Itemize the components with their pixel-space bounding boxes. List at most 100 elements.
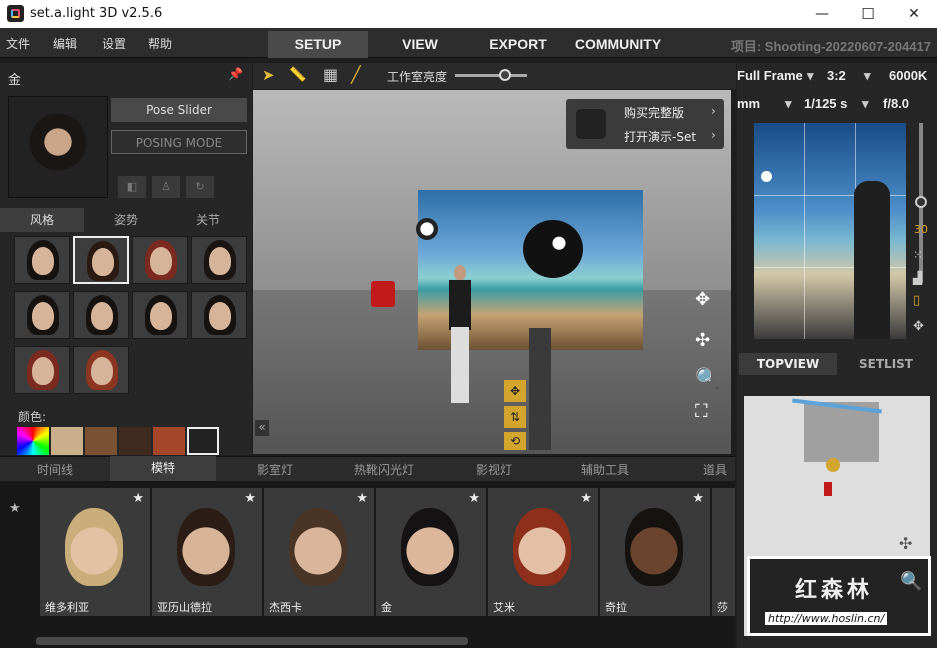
fit-view-icon[interactable]: ⛶ [695, 401, 708, 422]
tab-view[interactable]: VIEW [380, 31, 460, 58]
ruler-icon[interactable]: 📏 [289, 67, 306, 83]
hairstyle-item[interactable] [14, 346, 70, 394]
tab-topview[interactable]: TOPVIEW [739, 353, 837, 375]
tab-models[interactable]: 模特 [110, 456, 216, 482]
pose-icon[interactable]: ♙ [152, 176, 180, 198]
favorite-star-icon[interactable]: ★ [692, 491, 704, 506]
maximize-button[interactable]: ☐ [845, 0, 891, 28]
histogram-icon[interactable]: ▟ [913, 271, 922, 285]
brightness-slider-track[interactable] [455, 74, 527, 77]
tab-studio-lights[interactable]: 影室灯 [257, 461, 293, 478]
menu-help[interactable]: 帮助 [148, 35, 172, 52]
model-card[interactable]: 奇拉 ★ [600, 488, 710, 616]
color-swatch[interactable] [51, 427, 83, 455]
tab-community[interactable]: COMMUNITY [566, 31, 670, 58]
hairstyle-item-selected[interactable] [73, 236, 129, 284]
favorite-star-icon[interactable]: ★ [244, 491, 256, 506]
hairstyle-item[interactable] [73, 291, 129, 339]
posing-mode-button[interactable]: POSING MODE [111, 130, 247, 154]
tab-export[interactable]: EXPORT [478, 31, 558, 58]
model-card[interactable]: 维多利亚 ★ [40, 488, 150, 616]
sensor-format[interactable]: Full Frame [737, 68, 803, 83]
model-card[interactable]: 艾米 ★ [488, 488, 598, 616]
hairstyle-item[interactable] [132, 236, 188, 284]
dropdown-icon[interactable]: ▾ [785, 96, 792, 112]
move-gizmo-icon[interactable]: ✥ [504, 380, 526, 402]
gizmo-side-toolbar[interactable] [529, 328, 551, 450]
tab-setlist[interactable]: SETLIST [837, 353, 935, 375]
tab-joints[interactable]: 关节 [166, 208, 250, 232]
favorite-star-icon[interactable]: ★ [356, 491, 368, 506]
tab-pose[interactable]: 姿势 [84, 208, 168, 232]
orbit-icon[interactable]: ✥ [695, 289, 710, 310]
model-figure[interactable] [446, 265, 474, 405]
hairstyle-item[interactable] [191, 291, 247, 339]
aperture[interactable]: f/8.0 [883, 96, 909, 111]
model-card[interactable]: 杰西卡 ★ [264, 488, 374, 616]
favorite-star-icon[interactable]: ★ [132, 491, 144, 506]
tab-accessories[interactable]: 辅助工具 [581, 461, 629, 478]
mirror-icon[interactable]: ◧ [118, 176, 146, 198]
hairstyle-item[interactable] [191, 236, 247, 284]
rotate-pose-icon[interactable]: ↻ [186, 176, 214, 198]
color-swatch[interactable] [153, 427, 185, 455]
grid-icon[interactable]: ▦ [323, 65, 338, 84]
shutter-speed[interactable]: 1/125 s [804, 96, 847, 111]
close-button[interactable]: ✕ [891, 0, 937, 28]
line-tool-icon[interactable]: ╱ [351, 65, 361, 84]
library-scrollbar[interactable] [36, 637, 468, 645]
camera-move-icon[interactable]: ✥ [913, 319, 924, 334]
minimize-button[interactable]: — [799, 0, 845, 28]
menu-settings[interactable]: 设置 [102, 35, 126, 52]
favorite-star-icon[interactable]: ★ [468, 491, 480, 506]
pin-icon[interactable]: 📌 [228, 67, 243, 81]
tab-timeline[interactable]: 时间线 [37, 461, 73, 478]
color-swatch[interactable] [85, 427, 117, 455]
color-swatch[interactable] [119, 427, 151, 455]
tab-style[interactable]: 风格 [0, 208, 84, 232]
pan-icon[interactable]: ✣ [899, 534, 912, 553]
model-card[interactable]: 亚历山德拉 ★ [152, 488, 262, 616]
menu-file[interactable]: 文件 [6, 35, 30, 52]
focal-length[interactable]: mm [737, 96, 760, 111]
hairstyle-item[interactable] [14, 291, 70, 339]
small-light[interactable] [416, 218, 438, 240]
hairstyle-item[interactable] [132, 291, 188, 339]
zoom-icon[interactable]: 🔍 [695, 366, 720, 390]
tab-film-lights[interactable]: 影视灯 [476, 461, 512, 478]
height-gizmo-icon[interactable]: ⇅ [504, 406, 526, 428]
dropdown-icon[interactable]: ▾ [864, 68, 871, 84]
studio-3d-viewport[interactable]: 购买完整版 打开演示-Set › › ✥ ✣ 🔍 ⛶ ✥ ⇅ ⟲ « [253, 90, 731, 454]
model-card[interactable]: 莎拉 [712, 488, 735, 616]
watermark-brand: 红森林 [795, 578, 874, 603]
frame-icon[interactable]: ▯ [913, 293, 920, 308]
iso-slider-handle[interactable] [915, 196, 927, 208]
favorite-star-icon[interactable]: ★ [580, 491, 592, 506]
buy-full-version-link[interactable]: 购买完整版 [624, 104, 684, 121]
select-cursor-icon[interactable]: ➤ [262, 66, 275, 84]
focus-points-icon[interactable]: ⁙ [913, 248, 923, 262]
dropdown-icon[interactable]: ▾ [807, 68, 814, 84]
dropdown-icon[interactable]: ▾ [862, 96, 869, 112]
menu-edit[interactable]: 编辑 [53, 35, 77, 52]
grid-line [804, 123, 805, 339]
red-strobe-light[interactable] [371, 281, 395, 307]
rotate-gizmo-icon[interactable]: ⟲ [504, 432, 526, 450]
model-card[interactable]: 金 ★ [376, 488, 486, 616]
softbox-light[interactable] [523, 220, 583, 278]
tab-speedlights[interactable]: 热靴闪光灯 [354, 461, 414, 478]
tab-props[interactable]: 道具 [703, 461, 727, 478]
camera-preview[interactable] [754, 123, 906, 339]
favorites-star-icon[interactable]: ★ [9, 501, 21, 516]
hairstyle-item[interactable] [14, 236, 70, 284]
color-wheel-swatch[interactable] [17, 427, 49, 455]
hairstyle-item[interactable] [73, 346, 129, 394]
tab-setup[interactable]: SETUP [268, 31, 368, 58]
white-balance[interactable]: 6000K [889, 68, 927, 83]
collapse-left-icon[interactable]: « [255, 420, 269, 436]
pan-icon[interactable]: ✣ [695, 330, 710, 351]
pose-slider-button[interactable]: Pose Slider [111, 98, 247, 122]
open-demo-set-link[interactable]: 打开演示-Set [624, 128, 696, 145]
aspect-ratio[interactable]: 3:2 [827, 68, 846, 83]
color-swatch-selected[interactable] [187, 427, 219, 455]
